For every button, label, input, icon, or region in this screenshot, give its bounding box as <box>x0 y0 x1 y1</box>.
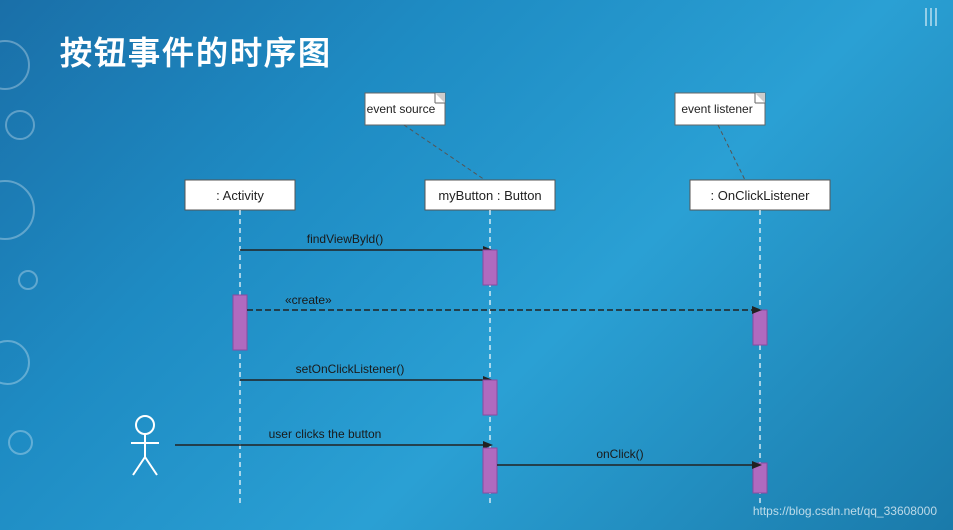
event-source-box: event source <box>365 93 445 125</box>
activation-mybutton-2 <box>483 380 497 415</box>
activation-mybutton-onclick <box>483 448 497 493</box>
findviewbyid-label: findViewByld() <box>307 232 383 246</box>
mybutton-lifeline-box: myButton : Button <box>425 180 555 210</box>
deco-top-right <box>925 8 937 26</box>
activity-lifeline-box: : Activity <box>185 180 295 210</box>
onclick-label: onClick() <box>596 447 643 461</box>
svg-text:: Activity: : Activity <box>216 188 264 203</box>
event-listener-box: event listener <box>675 93 765 125</box>
activation-mybutton-1 <box>483 250 497 285</box>
activation-onclicklistener-create <box>753 310 767 345</box>
stick-figure <box>131 416 159 475</box>
sequence-diagram: event source event listener : Activity m… <box>55 85 935 515</box>
decorative-circles <box>0 0 60 530</box>
page-title: 按钮事件的时序图 <box>60 28 332 74</box>
onclicklistener-lifeline-box: : OnClickListener <box>690 180 830 210</box>
svg-text:event listener: event listener <box>681 102 752 116</box>
create-label: «create» <box>285 293 332 307</box>
svg-text:event source: event source <box>367 102 436 116</box>
svg-text:: OnClickListener: : OnClickListener <box>711 188 811 203</box>
setonclicklistener-label: setOnClickListener() <box>296 362 405 376</box>
user-click-label: user clicks the button <box>269 427 382 441</box>
watermark: https://blog.csdn.net/qq_33608000 <box>753 504 937 518</box>
svg-text:myButton : Button: myButton : Button <box>438 188 541 203</box>
activation-activity-create <box>233 295 247 350</box>
